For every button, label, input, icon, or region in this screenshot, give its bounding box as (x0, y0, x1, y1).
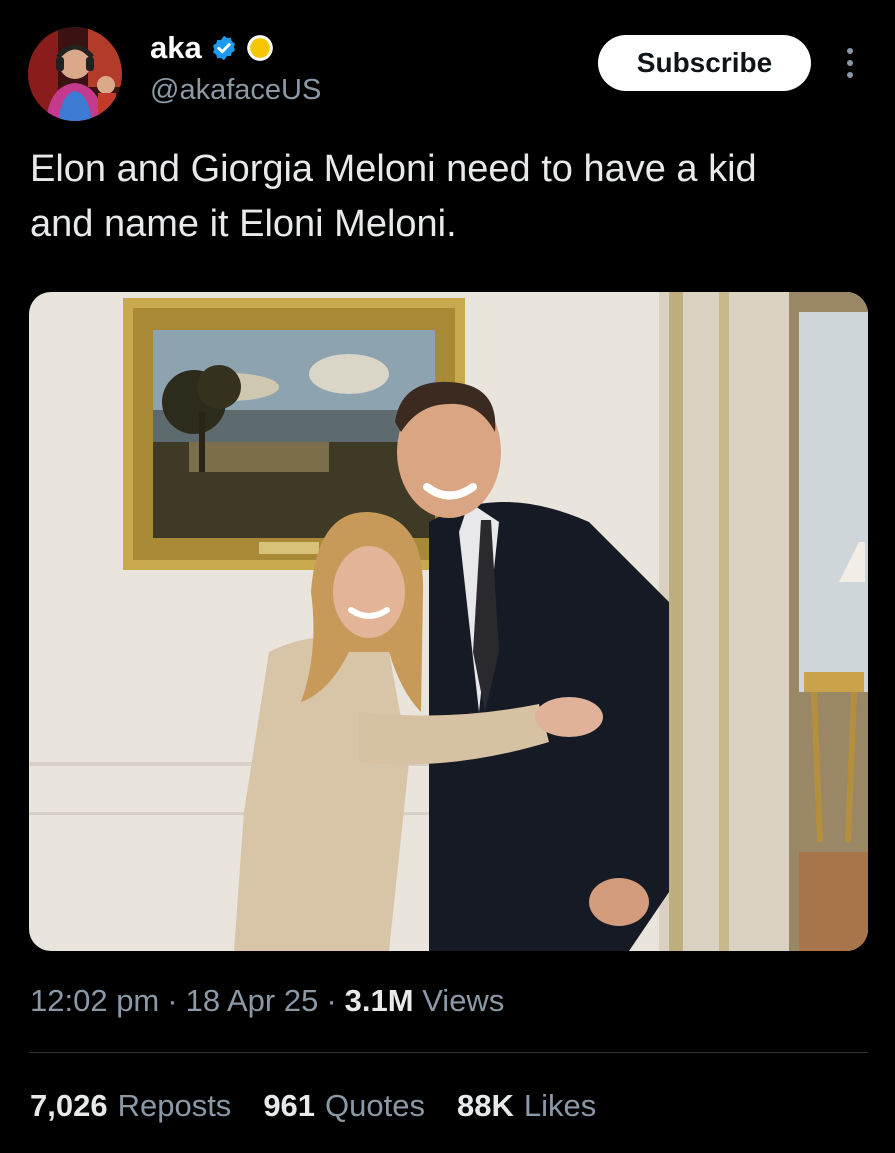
views-stat[interactable]: 3.1M Views (345, 983, 505, 1019)
avatar-image (28, 27, 122, 121)
views-count: 3.1M (344, 983, 414, 1018)
author-name-row[interactable]: aka (150, 30, 274, 66)
likes-label: Likes (523, 1088, 597, 1123)
more-options-icon[interactable] (836, 42, 864, 84)
tweet-time[interactable]: 12:02 pm (30, 983, 159, 1019)
reposts-label: Reposts (117, 1088, 232, 1123)
divider (29, 1052, 868, 1053)
likes-count: 88K (457, 1088, 514, 1123)
subscribe-button[interactable]: Subscribe (598, 35, 811, 91)
quotes-stat[interactable]: 961 Quotes (263, 1088, 425, 1124)
quotes-count: 961 (263, 1088, 316, 1123)
tweet-date[interactable]: 18 Apr 25 (186, 983, 319, 1019)
author-display-name[interactable]: aka (150, 30, 202, 66)
tweet-text: Elon and Giorgia Meloni need to have a k… (30, 148, 757, 245)
likes-stat[interactable]: 88K Likes (457, 1088, 596, 1124)
avatar[interactable] (28, 27, 122, 121)
photo-image (29, 292, 868, 951)
tweet-photo[interactable] (29, 292, 868, 951)
quotes-label: Quotes (325, 1088, 425, 1123)
author-handle[interactable]: @akafaceUS (150, 74, 321, 107)
affiliate-badge-icon (246, 35, 273, 61)
reposts-count: 7,026 (30, 1088, 108, 1123)
tweet-meta: 12:02 pm · 18 Apr 25 · 3.1M Views (30, 983, 504, 1019)
meta-separator: · (326, 983, 337, 1018)
verified-badge-icon (212, 35, 235, 61)
reposts-stat[interactable]: 7,026 Reposts (30, 1088, 231, 1124)
views-label: Views (422, 983, 505, 1018)
engagement-stats: 7,026 Reposts 961 Quotes 88K Likes (30, 1088, 596, 1124)
meta-separator: · (167, 983, 178, 1018)
tweet-detail: aka @akafaceUS Subscribe Elon and Giorgi… (0, 0, 895, 1153)
